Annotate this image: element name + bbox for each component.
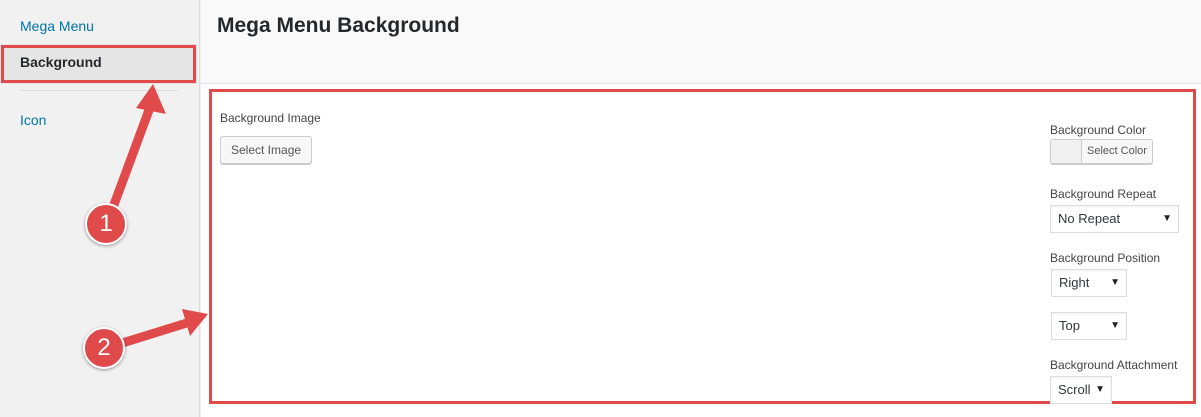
dropdown-arrow-icon: ▼: [1110, 277, 1120, 288]
dropdown-arrow-icon: ▼: [1110, 320, 1120, 331]
select-color-button[interactable]: Select Color: [1082, 140, 1152, 163]
background-repeat-select[interactable]: No Repeat ▼: [1050, 205, 1179, 233]
color-swatch[interactable]: [1051, 140, 1082, 163]
background-color-picker[interactable]: Select Color: [1050, 139, 1153, 164]
background-repeat-label: Background Repeat: [1050, 187, 1157, 201]
select-value: No Repeat: [1058, 211, 1121, 226]
background-attachment-label: Background Attachment: [1050, 358, 1178, 372]
background-position-x-select[interactable]: Right ▼: [1051, 269, 1127, 297]
select-value: Right: [1059, 275, 1090, 290]
background-position-y-select[interactable]: Top ▼: [1051, 312, 1127, 340]
background-settings-highlight: Background Image Select Image: [209, 89, 1196, 404]
dropdown-arrow-icon: ▼: [1095, 384, 1105, 395]
background-position-label: Background Position: [1050, 251, 1161, 265]
select-value: Top: [1059, 318, 1080, 333]
sidebar-item-mega-menu[interactable]: Mega Menu: [20, 18, 94, 34]
dropdown-arrow-icon: ▼: [1162, 213, 1172, 224]
sidebar-item-icon[interactable]: Icon: [20, 112, 46, 128]
background-color-label: Background Color: [1050, 123, 1147, 137]
background-image-label: Background Image: [220, 111, 321, 125]
callout-2-badge: 2: [83, 327, 125, 369]
page-title: Mega Menu Background: [217, 14, 460, 37]
callout-1-badge: 1: [85, 203, 127, 245]
sidebar-highlight: [1, 45, 196, 83]
panel-header: Mega Menu Background: [201, 0, 1201, 84]
main-panel: Mega Menu Background Background Image Se…: [201, 0, 1201, 417]
select-image-button[interactable]: Select Image: [220, 136, 313, 164]
select-value: Scroll: [1058, 382, 1091, 397]
sidebar-divider: [20, 90, 178, 91]
background-attachment-select[interactable]: Scroll ▼: [1050, 376, 1112, 404]
